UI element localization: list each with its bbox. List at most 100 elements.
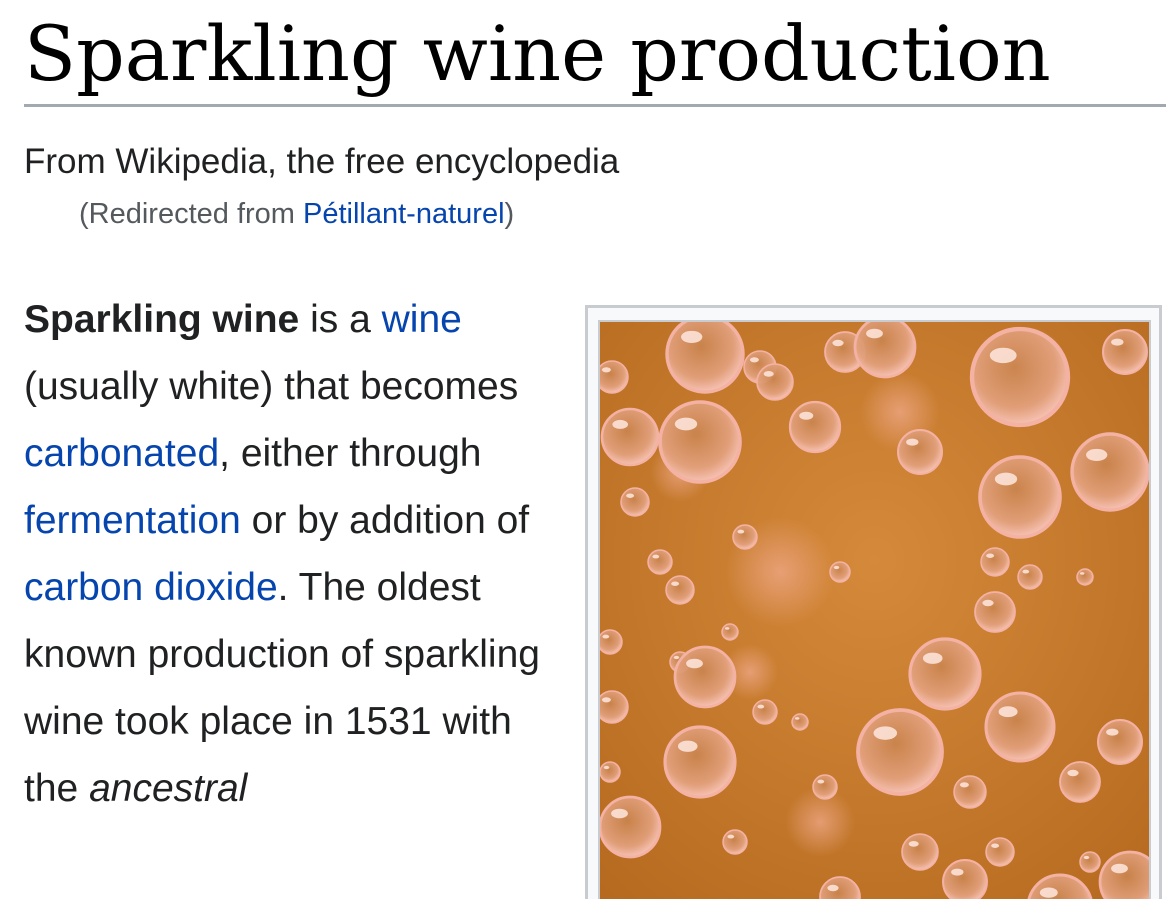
bubble: [752, 699, 778, 725]
bubble: [600, 761, 621, 783]
lede-text-3: , either through: [219, 432, 482, 475]
bubble-highlight: [652, 554, 660, 559]
bubble-highlight: [989, 347, 1017, 364]
bubble: [897, 429, 943, 475]
bubble: [812, 774, 838, 800]
bubble-body: [600, 407, 660, 467]
bubble: [1097, 719, 1143, 765]
page-title: Sparkling wine production: [24, 9, 1051, 98]
bubble-body: [897, 429, 943, 475]
link-wine[interactable]: wine: [382, 298, 462, 341]
bubble-highlight: [959, 782, 969, 788]
bubble-body: [980, 547, 1010, 577]
lede-text-2: (usually white) that becomes: [24, 365, 519, 408]
redirect-source-link[interactable]: Pétillant-naturel: [303, 198, 505, 230]
bubble-body: [756, 363, 794, 401]
bubble-highlight: [908, 841, 919, 847]
site-tagline: From Wikipedia, the free encyclopedia: [24, 142, 620, 181]
bubble: [600, 407, 660, 467]
bubble-highlight: [727, 834, 735, 839]
bubble-highlight: [1111, 863, 1128, 874]
bubble-body: [788, 400, 842, 454]
bubble-body: [647, 549, 673, 575]
lede-bold-term: Sparkling wine: [24, 298, 300, 341]
redirect-notice: (Redirected from Pétillant-naturel): [79, 196, 514, 232]
bubble: [722, 829, 748, 855]
bubble-body: [732, 524, 758, 550]
bubble-highlight: [1067, 769, 1079, 777]
bubble-highlight: [681, 330, 703, 343]
bubble: [600, 360, 629, 394]
lede-italic-term: ancestral: [89, 767, 248, 810]
bubble-highlight: [991, 843, 1000, 848]
bubble: [853, 322, 917, 379]
bubble: [978, 455, 1062, 539]
bubbles-image: [600, 322, 1149, 899]
bubble: [984, 691, 1056, 763]
bubble-highlight: [686, 658, 703, 669]
bubble-highlight: [799, 411, 814, 420]
link-carbonated[interactable]: carbonated: [24, 432, 219, 475]
bubble: [856, 708, 944, 796]
bubble-body: [663, 725, 737, 799]
bubble: [1070, 432, 1149, 512]
bubble: [658, 400, 742, 484]
bubble-body: [665, 575, 695, 605]
redirect-suffix: ): [504, 198, 515, 230]
bubble-highlight: [611, 808, 628, 819]
bubble: [665, 575, 695, 605]
bubble-highlight: [724, 627, 730, 630]
bubble-highlight: [737, 529, 745, 534]
bubble-highlight: [794, 717, 800, 720]
bubbles-photo[interactable]: [598, 320, 1151, 899]
bubble-highlight: [626, 493, 635, 498]
bubble-body: [600, 795, 662, 859]
image-thumbnail[interactable]: [585, 305, 1162, 899]
bubble-highlight: [1022, 569, 1030, 574]
bubble-highlight: [827, 884, 839, 892]
bubble-body: [1079, 851, 1101, 873]
bubble-highlight: [1106, 728, 1119, 736]
bubble: [620, 487, 650, 517]
bubble-body: [942, 859, 988, 899]
bubble-highlight: [757, 704, 765, 709]
bubble-body: [722, 829, 748, 855]
bubble-body: [791, 713, 809, 731]
bubble: [1079, 851, 1101, 873]
bubble-highlight: [1039, 887, 1058, 898]
bubble: [974, 591, 1016, 633]
bubble-body: [1017, 564, 1043, 590]
bubble: [673, 645, 737, 709]
bubble: [788, 400, 842, 454]
bubble: [600, 690, 629, 724]
bubble-highlight: [1079, 572, 1085, 575]
bubble-highlight: [982, 599, 994, 607]
bubble-highlight: [612, 419, 629, 429]
bubble-body: [953, 775, 987, 809]
bubble-body: [1059, 761, 1101, 803]
bubble: [600, 629, 623, 655]
bubble-body: [1102, 329, 1148, 375]
bubble-highlight: [994, 472, 1018, 486]
bubble-body: [1070, 432, 1149, 512]
bubble-highlight: [866, 328, 883, 339]
bubble-highlight: [951, 868, 964, 876]
bubble: [647, 549, 673, 575]
bubble-body: [600, 690, 629, 724]
bubble: [756, 363, 794, 401]
bubble-body: [1097, 719, 1143, 765]
bubble-highlight: [832, 339, 844, 347]
lede-paragraph: Sparkling wine is a wine (usually white)…: [24, 286, 554, 822]
bubble-body: [853, 322, 917, 379]
redirect-prefix: (Redirected from: [79, 198, 304, 230]
link-fermentation[interactable]: fermentation: [24, 499, 241, 542]
bubble-highlight: [1086, 448, 1108, 461]
link-carbon-dioxide[interactable]: carbon dioxide: [24, 566, 278, 609]
bubble-body: [969, 326, 1071, 428]
bubble: [942, 859, 988, 899]
bubble: [732, 524, 758, 550]
bubble-body: [673, 645, 737, 709]
bubble-body: [901, 833, 939, 871]
bubble: [908, 637, 982, 711]
lede-text-4: or by addition of: [240, 499, 530, 542]
